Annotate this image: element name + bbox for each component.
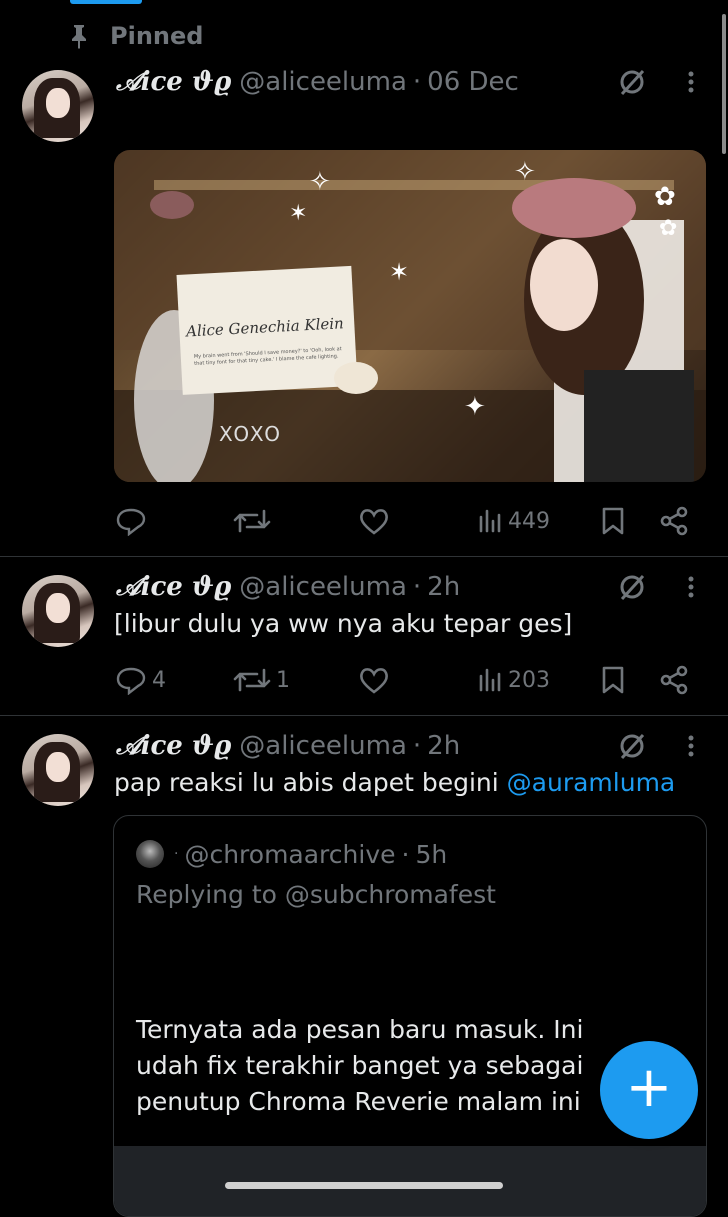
retweet-count: 1 bbox=[276, 667, 290, 693]
share-icon bbox=[660, 665, 688, 695]
home-indicator[interactable] bbox=[225, 1182, 503, 1189]
tweet-text: [libur dulu ya ww nya aku tepar ges] bbox=[114, 609, 573, 638]
retweet-icon bbox=[233, 509, 271, 533]
handle[interactable]: @aliceeluma bbox=[239, 731, 407, 761]
compose-button[interactable]: + bbox=[600, 1041, 698, 1139]
display-name[interactable]: 𝒜ice ϑϱ bbox=[116, 572, 231, 603]
grok-icon[interactable] bbox=[618, 732, 646, 760]
tweet-text: pap reaksi lu abis dapet begini @auramlu… bbox=[114, 768, 675, 797]
tweet-header: 𝒜ice ϑϱ @aliceeluma · 2h bbox=[116, 569, 460, 605]
avatar[interactable] bbox=[22, 575, 94, 647]
like-button[interactable] bbox=[358, 503, 390, 539]
retweet-icon bbox=[233, 668, 271, 692]
bookmark-icon bbox=[602, 507, 624, 535]
avatar[interactable] bbox=[22, 734, 94, 806]
svg-text:✿: ✿ bbox=[654, 182, 676, 212]
svg-text:✶: ✶ bbox=[389, 258, 409, 286]
heart-icon bbox=[360, 668, 388, 694]
share-button[interactable] bbox=[659, 662, 689, 698]
quoted-tweet[interactable]: · @chromaarchive · 5h Replying to @subch… bbox=[113, 815, 707, 1217]
quote-separator: · bbox=[401, 839, 410, 869]
reply-button[interactable]: 4 bbox=[114, 662, 166, 698]
bookmark-icon bbox=[602, 666, 624, 694]
avatar[interactable] bbox=[22, 70, 94, 142]
quote-avatar[interactable] bbox=[136, 840, 164, 868]
like-button[interactable] bbox=[358, 662, 390, 698]
timestamp[interactable]: 2h bbox=[427, 731, 460, 761]
views-icon bbox=[479, 668, 501, 692]
reply-icon bbox=[116, 667, 146, 695]
views-icon bbox=[479, 509, 501, 533]
svg-text:✧: ✧ bbox=[514, 157, 536, 187]
timestamp[interactable]: 06 Dec bbox=[427, 67, 519, 97]
quote-text-line: udah fix terakhir banget ya sebagai bbox=[136, 1051, 584, 1080]
quote-timestamp[interactable]: 5h bbox=[415, 840, 447, 869]
tweet-header: 𝒜ice ϑϱ @aliceeluma · 2h bbox=[116, 728, 460, 764]
plus-icon: + bbox=[625, 1055, 673, 1120]
quote-handle[interactable]: @chromaarchive bbox=[184, 840, 395, 869]
separator: · bbox=[412, 731, 422, 761]
reply-button[interactable] bbox=[114, 503, 148, 539]
views-count: 449 bbox=[508, 508, 550, 534]
svg-text:✿: ✿ bbox=[659, 216, 677, 241]
timestamp[interactable]: 2h bbox=[427, 572, 460, 602]
quote-text-line: penutup Chroma Reverie malam ini bbox=[136, 1087, 581, 1116]
grok-icon[interactable] bbox=[618, 68, 646, 96]
retweet-button[interactable]: 1 bbox=[232, 662, 290, 698]
display-name[interactable]: 𝒜ice ϑϱ bbox=[116, 67, 231, 98]
views-button[interactable]: 203 bbox=[478, 662, 550, 698]
handle[interactable]: @aliceeluma bbox=[239, 572, 407, 602]
more-icon[interactable] bbox=[682, 732, 700, 760]
tweet[interactable]: 𝒜ice ϑϱ @aliceeluma · 2h [libur dulu ya … bbox=[0, 557, 728, 715]
bookmark-button[interactable] bbox=[600, 662, 626, 698]
tweet-text-body: pap reaksi lu abis dapet begini bbox=[114, 768, 499, 797]
handle[interactable]: @aliceeluma bbox=[239, 67, 407, 97]
bookmark-button[interactable] bbox=[600, 503, 626, 539]
svg-text:✶: ✶ bbox=[289, 201, 307, 226]
share-icon bbox=[660, 506, 688, 536]
views-count: 203 bbox=[508, 667, 550, 693]
more-icon[interactable] bbox=[682, 573, 700, 601]
views-button[interactable]: 449 bbox=[478, 503, 550, 539]
quote-media-top bbox=[114, 1146, 706, 1216]
image-scene: ✧ ✦ ✿ ✿ ✶ ✧ ✶ bbox=[114, 150, 706, 482]
mention-link[interactable]: @auramluma bbox=[507, 768, 676, 797]
tweet-image[interactable]: ✧ ✦ ✿ ✿ ✶ ✧ ✶ Alice Genechia Klein My br… bbox=[114, 150, 706, 482]
svg-text:✧: ✧ bbox=[309, 167, 331, 197]
quote-name-prefix: · bbox=[174, 846, 179, 862]
quote-text-line: Ternyata ada pesan baru masuk. Ini bbox=[136, 1015, 584, 1044]
retweet-button[interactable] bbox=[232, 503, 272, 539]
heart-icon bbox=[360, 509, 388, 535]
tweet-actions: 449 bbox=[114, 503, 704, 539]
quote-text: Ternyata ada pesan baru masuk. Ini udah … bbox=[136, 1012, 583, 1120]
media-xoxo: XOXO bbox=[219, 422, 283, 446]
grok-icon[interactable] bbox=[618, 573, 646, 601]
separator: · bbox=[412, 67, 422, 97]
tweet-pinned[interactable]: 𝒜ice ϑϱ @aliceeluma · 06 Dec ✧ ✦ ✿ ✿ ✶ ✧ bbox=[0, 0, 728, 556]
tweet-actions: 4 1 203 bbox=[114, 662, 704, 698]
svg-text:✦: ✦ bbox=[464, 392, 486, 422]
more-icon[interactable] bbox=[682, 68, 700, 96]
display-name[interactable]: 𝒜ice ϑϱ bbox=[116, 731, 231, 762]
reply-icon bbox=[116, 508, 146, 536]
share-button[interactable] bbox=[659, 503, 689, 539]
separator: · bbox=[412, 572, 422, 602]
quote-header: · @chromaarchive · 5h bbox=[136, 838, 447, 870]
quote-replying-to[interactable]: Replying to @subchromafest bbox=[136, 880, 496, 909]
tweet-header: 𝒜ice ϑϱ @aliceeluma · 06 Dec bbox=[116, 64, 519, 100]
reply-count: 4 bbox=[152, 667, 166, 693]
